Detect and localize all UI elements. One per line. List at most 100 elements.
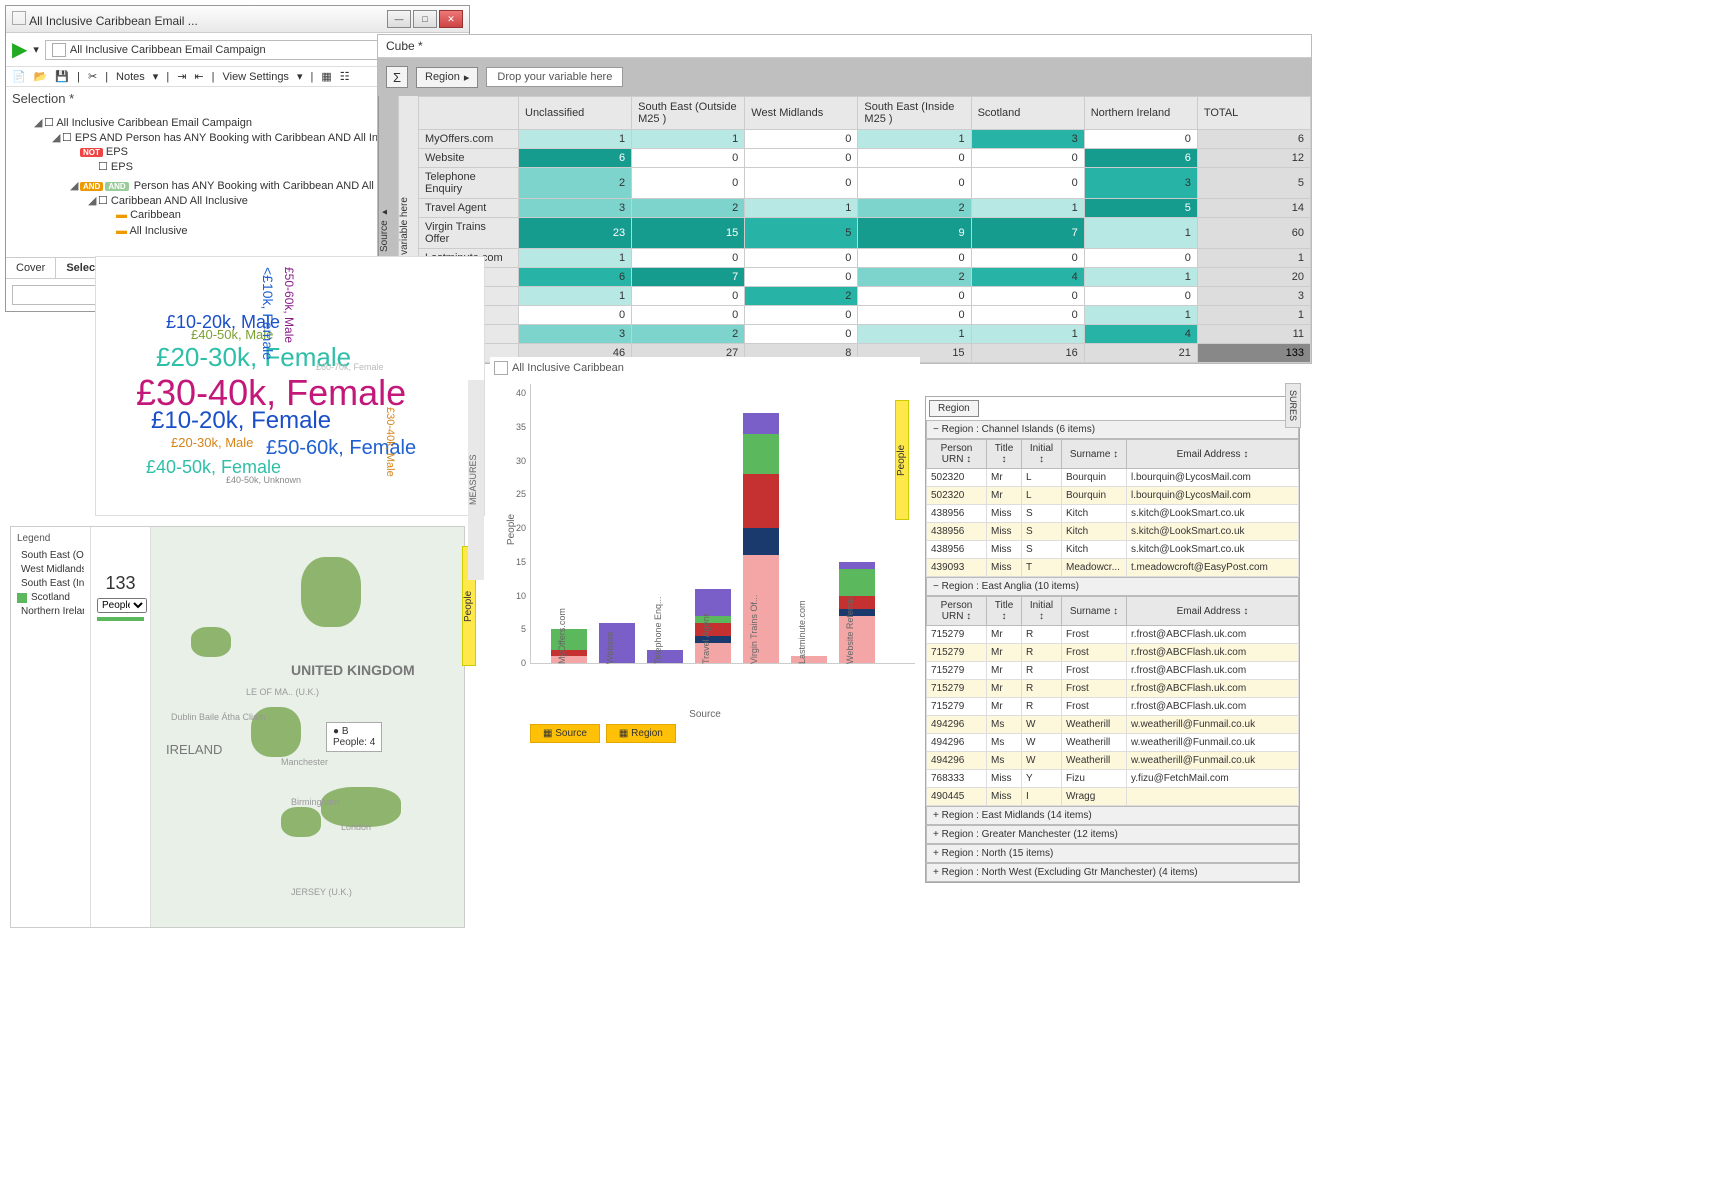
new-icon[interactable]: 📄 xyxy=(12,70,26,83)
cut-icon[interactable]: ✂ xyxy=(88,70,97,83)
table-row[interactable]: 494296MsWWeatherillw.weatherill@Funmail.… xyxy=(927,716,1299,734)
group-header-collapsed[interactable]: + Region : North (15 items) xyxy=(926,844,1299,863)
table-row[interactable]: 502320MrLBourquinl.bourquin@LycosMail.co… xyxy=(927,469,1299,487)
view-settings-button[interactable]: View Settings xyxy=(222,71,288,83)
table-row[interactable]: 490445MissIWragg xyxy=(927,788,1299,806)
indent-icon[interactable]: ⇥ xyxy=(177,70,186,83)
notes-button[interactable]: Notes xyxy=(116,71,145,83)
x-tick: Telephone Enq... xyxy=(653,596,663,664)
map-city-birmingham: Birmingham xyxy=(291,797,339,807)
chip-source[interactable]: ▦ Source xyxy=(530,724,600,743)
measures-tab[interactable]: SURES xyxy=(1285,383,1301,428)
save-icon[interactable]: 💾 xyxy=(55,70,69,83)
table-row[interactable]: 438956MissSKitchs.kitch@LookSmart.co.uk xyxy=(927,541,1299,559)
column-header[interactable]: Initial ↕ xyxy=(1022,597,1062,626)
y-tick: 30 xyxy=(501,456,526,466)
table-row[interactable]: 715279MrRFrostr.frost@ABCFlash.uk.com xyxy=(927,698,1299,716)
legend-item: South East (Inside M25 xyxy=(17,578,84,589)
sigma-button[interactable]: Σ xyxy=(386,66,408,88)
table-row[interactable]: 715279MrRFrostr.frost@ABCFlash.uk.com xyxy=(927,626,1299,644)
table-row[interactable]: 715279MrRFrostr.frost@ABCFlash.uk.com xyxy=(927,644,1299,662)
column-header[interactable]: Initial ↕ xyxy=(1022,440,1062,469)
column-header[interactable]: Email Address ↕ xyxy=(1127,440,1299,469)
tree-icon[interactable]: ☷ xyxy=(340,70,350,83)
wordcloud-term[interactable]: £20-30k, Male xyxy=(171,435,253,450)
table-row[interactable]: 439093MissTMeadowcr...t.meadowcroft@Easy… xyxy=(927,559,1299,577)
table-row[interactable]: 715279MrRFrostr.frost@ABCFlash.uk.com xyxy=(927,662,1299,680)
run-icon[interactable]: ▶ xyxy=(12,37,27,62)
maximize-button[interactable]: □ xyxy=(413,10,437,28)
map-legend: Legend South East (Outside MWest Midland… xyxy=(11,527,91,927)
measures-strip[interactable]: MEASURES xyxy=(468,380,484,580)
column-header[interactable]: Surname ↕ xyxy=(1062,597,1127,626)
column-header[interactable]: Email Address ↕ xyxy=(1127,597,1299,626)
table-row[interactable]: 502320MrLBourquinl.bourquin@LycosMail.co… xyxy=(927,487,1299,505)
legend-item: Scotland xyxy=(17,592,84,603)
chart-plot-area[interactable]: People 0510152025303540MyOffers.comWebsi… xyxy=(530,384,915,664)
group-header-collapsed[interactable]: + Region : North West (Excluding Gtr Man… xyxy=(926,863,1299,882)
y-tick: 15 xyxy=(501,557,526,567)
group-header-collapsed[interactable]: + Region : Greater Manchester (12 items) xyxy=(926,825,1299,844)
cube-window: Cube * Σ Region▸ Drop your variable here… xyxy=(377,34,1312,364)
chart-icon xyxy=(494,361,508,375)
minimize-button[interactable]: — xyxy=(387,10,411,28)
group-header-collapsed[interactable]: + Region : East Midlands (14 items) xyxy=(926,806,1299,825)
map-label-uk: UNITED KINGDOM xyxy=(291,662,415,678)
table-row[interactable]: 494296MsWWeatherillw.weatherill@Funmail.… xyxy=(927,734,1299,752)
column-header[interactable]: Surname ↕ xyxy=(1062,440,1127,469)
file-name-field[interactable]: All Inclusive Caribbean Email Campaign xyxy=(45,40,409,60)
wordcloud-term[interactable]: £30-40k, Male xyxy=(384,407,396,477)
window-title: All Inclusive Caribbean Email ... xyxy=(29,14,198,28)
column-header[interactable]: Person URN ↕ xyxy=(927,597,987,626)
y-tick: 0 xyxy=(501,658,526,668)
open-icon[interactable]: 📂 xyxy=(34,70,48,83)
region-chip[interactable]: Region▸ xyxy=(416,67,478,88)
column-header[interactable]: Title ↕ xyxy=(987,597,1022,626)
map-city-london: London xyxy=(341,822,371,832)
y-tick: 35 xyxy=(501,422,526,432)
title-bar[interactable]: All Inclusive Caribbean Email ... — □ ✕ xyxy=(6,6,469,33)
table-row[interactable]: 715279MrRFrostr.frost@ABCFlash.uk.com xyxy=(927,680,1299,698)
table-row[interactable]: 768333MissYFizuy.fizu@FetchMail.com xyxy=(927,770,1299,788)
table-row[interactable]: 494296MsWWeatherillw.weatherill@Funmail.… xyxy=(927,752,1299,770)
x-tick: Lastminute.com xyxy=(797,600,807,664)
map-label-ireland: IRELAND xyxy=(166,742,222,757)
table-row[interactable]: 438956MissSKitchs.kitch@LookSmart.co.uk xyxy=(927,505,1299,523)
group-header[interactable]: − Region : Channel Islands (6 items) xyxy=(926,420,1299,439)
x-tick: MyOffers.com xyxy=(557,608,567,664)
wordcloud-term[interactable]: £40-50k, Unknown xyxy=(226,475,301,485)
wordcloud-term[interactable]: £10-20k, Female xyxy=(151,407,331,435)
chart-footer: ▦ Source ▦ Region xyxy=(490,720,920,747)
group-header[interactable]: − Region : East Anglia (10 items) xyxy=(926,577,1299,596)
grid-icon[interactable]: ▦ xyxy=(321,70,331,83)
cube-grid[interactable]: UnclassifiedSouth East (Outside M25 )Wes… xyxy=(418,96,1311,363)
wordcloud-term[interactable]: <£10k, Female xyxy=(260,267,276,360)
chip-region[interactable]: ▦ Region xyxy=(606,724,676,743)
word-cloud: £30-40k, Female£20-30k, Female£10-20k, F… xyxy=(95,256,485,516)
column-header[interactable]: Person URN ↕ xyxy=(927,440,987,469)
region-tag[interactable]: Region xyxy=(929,400,979,417)
map-canvas[interactable]: UNITED KINGDOM IRELAND LE OF MA.. (U.K.)… xyxy=(151,527,464,927)
legend-item: Northern Ireland xyxy=(17,606,84,617)
map-label-iom: LE OF MA.. (U.K.) xyxy=(246,687,319,697)
dropdown-icon[interactable]: ▾ xyxy=(33,43,39,56)
legend-item: West Midlands xyxy=(17,564,84,575)
close-button[interactable]: ✕ xyxy=(439,10,463,28)
x-tick: Website Referral xyxy=(845,597,855,664)
wordcloud-term[interactable]: £60-70k, Female xyxy=(316,362,384,372)
people-strip-chart[interactable]: People xyxy=(895,400,909,520)
cube-toolbar: Σ Region▸ Drop your variable here xyxy=(378,58,1311,96)
outdent-icon[interactable]: ⇤ xyxy=(194,70,203,83)
tab-cover[interactable]: Cover xyxy=(6,258,56,278)
column-header[interactable]: Title ↕ xyxy=(987,440,1022,469)
x-tick: Virgin Trains Of... xyxy=(749,595,759,664)
map-measure-select[interactable]: People xyxy=(97,598,147,613)
bar-chart-panel: All Inclusive Caribbean People 051015202… xyxy=(490,357,920,702)
drop-variable-zone[interactable]: Drop your variable here xyxy=(486,67,623,87)
y-tick: 5 xyxy=(501,624,526,634)
map-count: 133 xyxy=(97,573,144,594)
cube-title: Cube * xyxy=(378,35,1311,58)
table-row[interactable]: 438956MissSKitchs.kitch@LookSmart.co.uk xyxy=(927,523,1299,541)
wordcloud-term[interactable]: £50-60k, Male xyxy=(282,267,296,343)
data-grid[interactable]: SURES Region − Region : Channel Islands … xyxy=(925,396,1300,883)
